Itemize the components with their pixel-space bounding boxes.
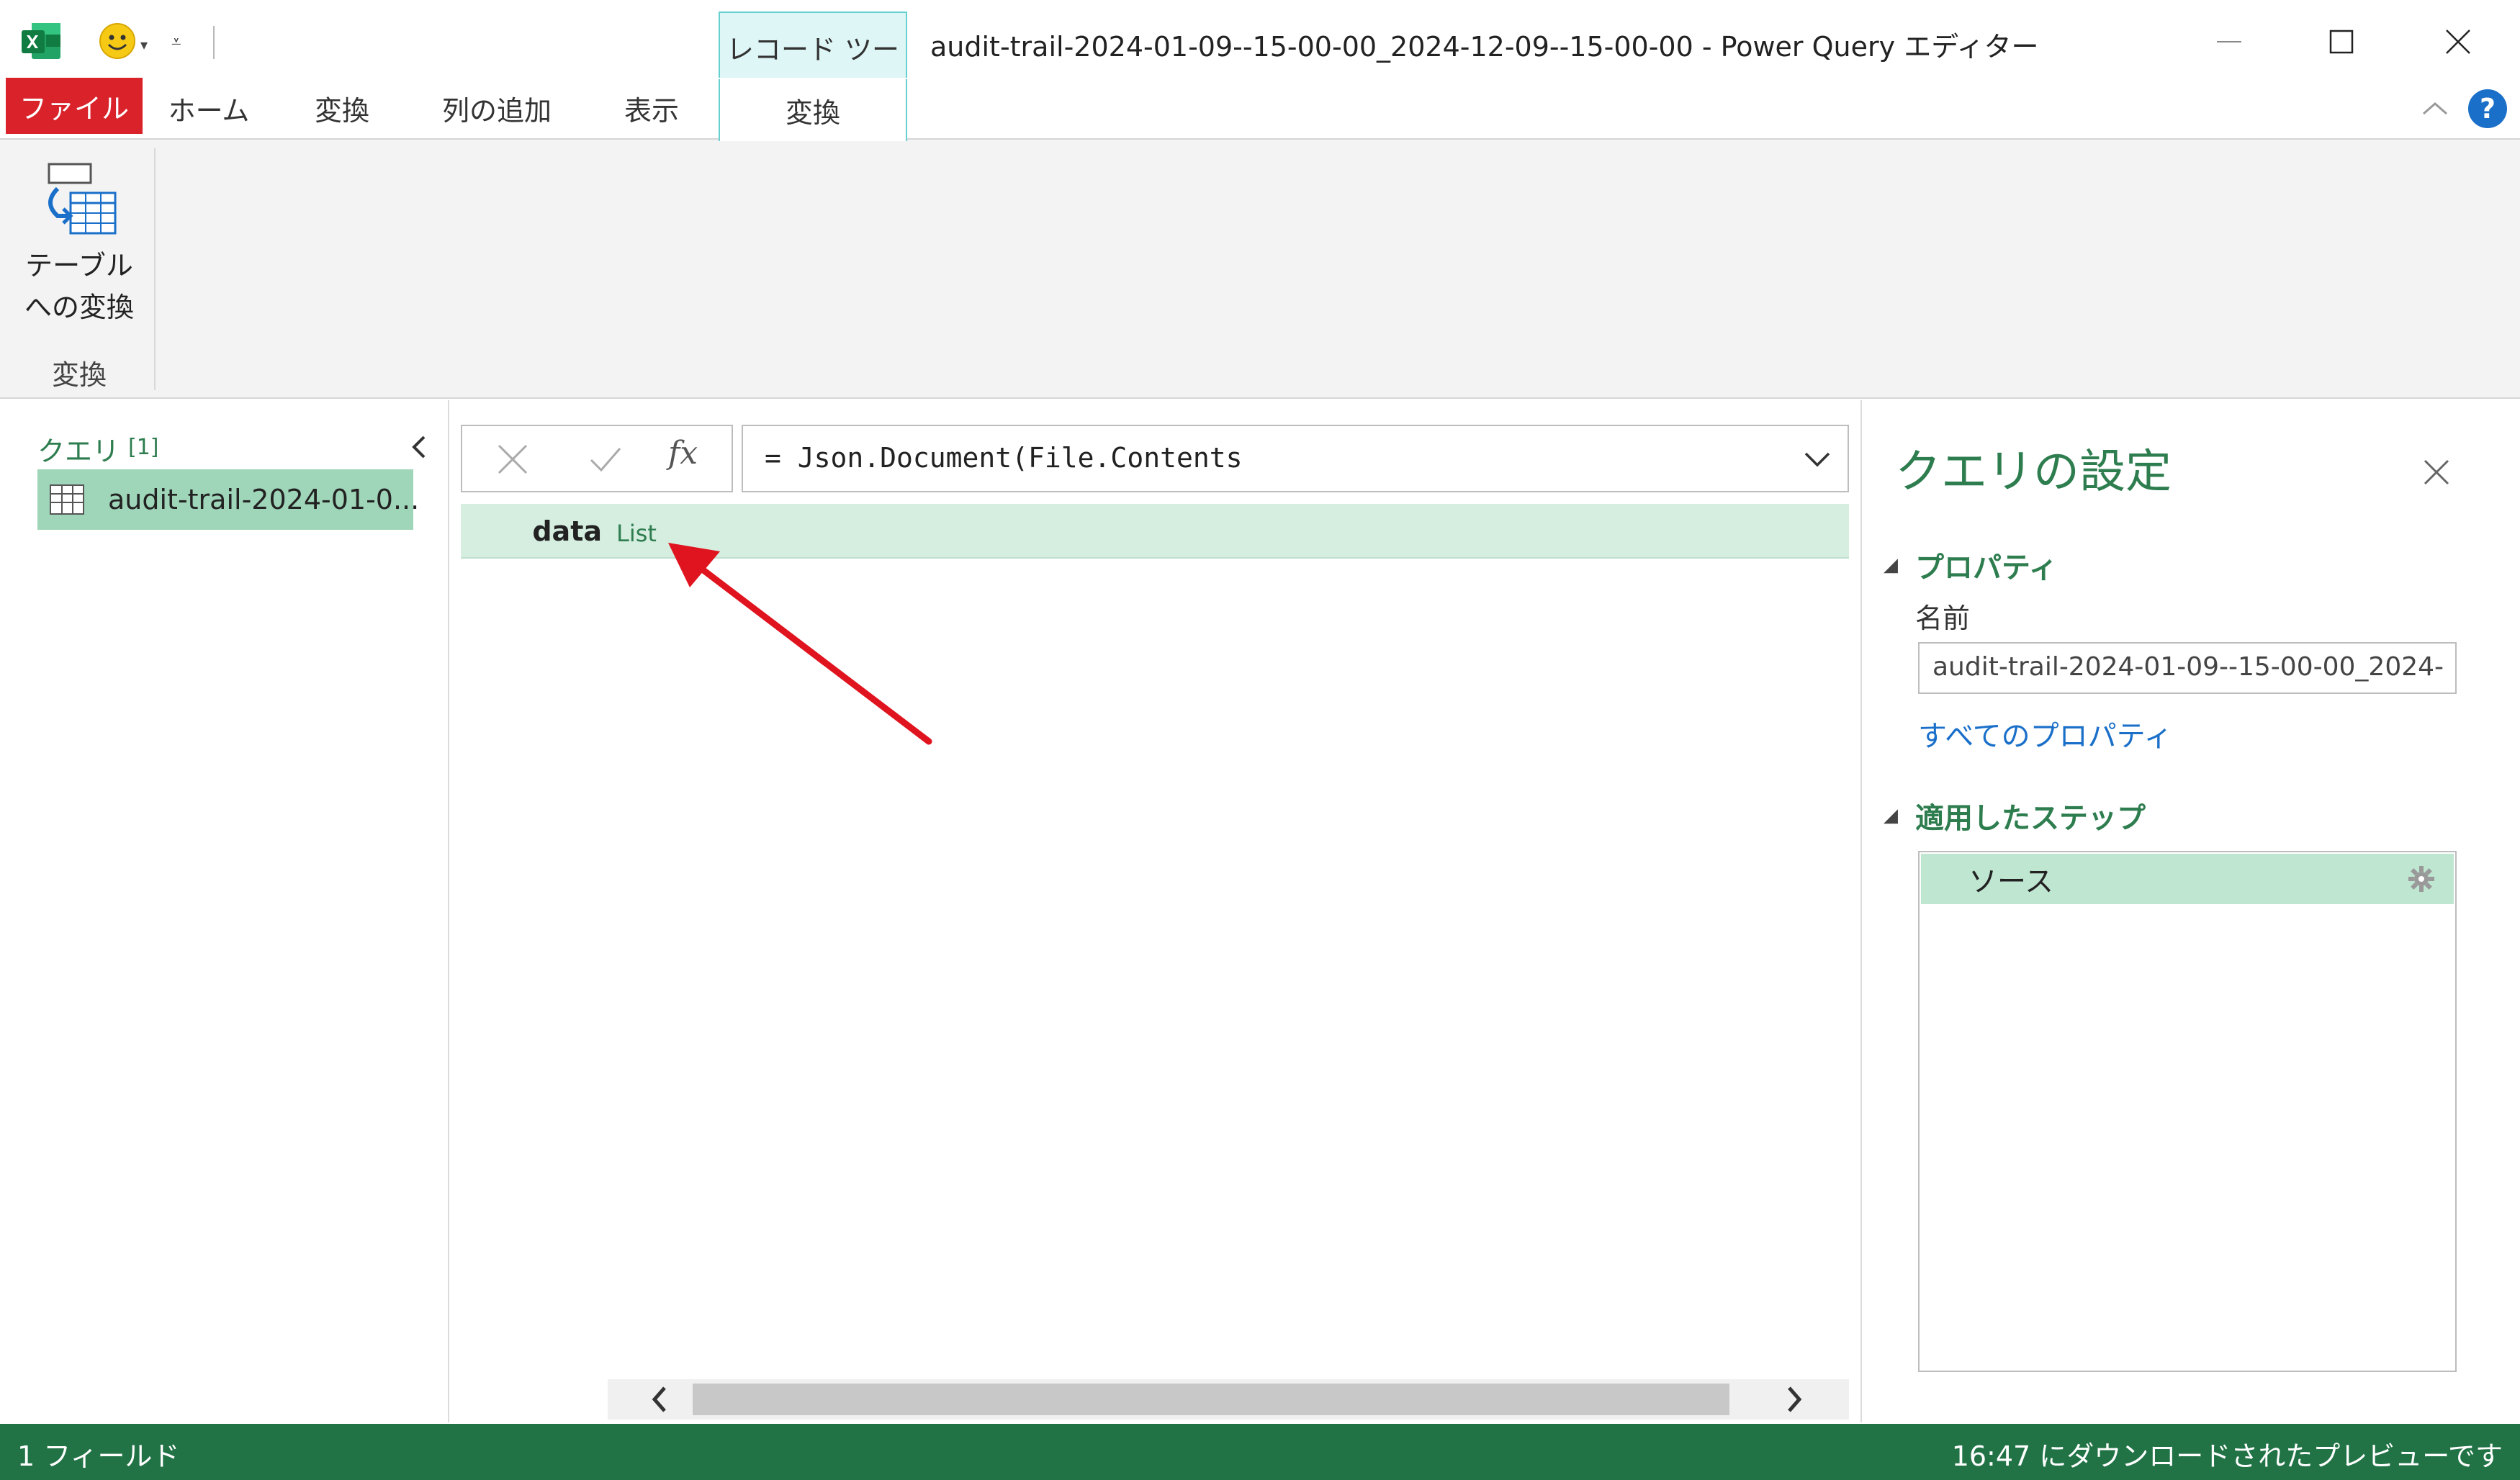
queries-pane [0, 400, 449, 1422]
formula-text: = Json.Document(File.Contents [765, 442, 1243, 474]
tab-home[interactable]: ホーム [158, 79, 259, 137]
close-icon [2424, 459, 2449, 485]
status-preview-time: 16:47 にダウンロードされたプレビューです [1951, 1440, 2503, 1472]
minimize-icon [2217, 41, 2241, 42]
quick-access-customize-icon[interactable]: ⩡ [171, 32, 181, 52]
query-settings-title: クエリの設定 [1895, 446, 2172, 499]
chevron-left-icon [652, 1386, 666, 1412]
tab-transform[interactable]: 変換 [295, 79, 389, 137]
chevron-up-icon [2423, 102, 2447, 115]
toolbar-divider [213, 26, 215, 59]
name-label: 名前 [1915, 603, 1971, 634]
query-list-item-label: audit-trail-2024-01-0... [108, 484, 420, 515]
excel-logo-icon[interactable] [20, 20, 62, 62]
close-window-button[interactable] [2422, 14, 2494, 69]
status-field-count: 1 フィールド [17, 1440, 180, 1472]
chevron-left-icon [412, 436, 426, 459]
close-settings-button[interactable] [2416, 452, 2457, 492]
to-table-label: テーブル への変換 [24, 250, 134, 323]
help-button[interactable]: ? [2468, 89, 2507, 128]
feedback-dropdown-icon[interactable]: ▾ [140, 36, 148, 53]
applied-step-label: ソース [1968, 865, 2053, 898]
window-title: audit-trail-2024-01-09--15-00-00_2024-12… [930, 31, 2039, 63]
checkmark-icon [590, 448, 621, 472]
confirm-formula-button[interactable] [582, 436, 628, 482]
applied-steps-list [1918, 851, 2457, 1372]
close-icon [498, 444, 528, 474]
cancel-formula-button[interactable] [490, 436, 536, 482]
step-settings-gear-icon[interactable] [2405, 862, 2438, 895]
scroll-right-button[interactable] [1776, 1381, 1813, 1418]
scroll-left-button[interactable] [641, 1381, 678, 1418]
collapse-properties-icon[interactable]: ◢ [1884, 554, 1898, 576]
insert-function-button[interactable]: fx [668, 435, 698, 471]
minimize-button[interactable] [2193, 14, 2265, 69]
question-icon: ? [2479, 93, 2496, 125]
maximize-icon [2329, 30, 2354, 54]
ribbon-group-divider [154, 148, 156, 390]
send-feedback-smiley-icon[interactable] [98, 22, 137, 60]
collapse-steps-icon[interactable]: ◢ [1884, 805, 1898, 826]
chevron-right-icon [1788, 1386, 1802, 1412]
applied-steps-heading: 適用したステップ [1915, 802, 2146, 835]
tab-record-transform[interactable]: 変換 [719, 79, 907, 141]
query-name-value: audit-trail-2024-01-09--15-00-00_2024-12… [1932, 652, 2444, 682]
table-icon [49, 482, 85, 517]
collapse-queries-button[interactable] [403, 429, 435, 465]
record-field-name: data [532, 515, 602, 547]
ribbon-group-label: 変換 [51, 359, 107, 391]
all-properties-link[interactable]: すべてのプロパティ [1918, 713, 2172, 754]
convert-to-table-icon [36, 160, 122, 240]
tab-view[interactable]: 表示 [605, 79, 698, 137]
tab-add-column[interactable]: 列の追加 [425, 79, 569, 137]
expand-formula-button[interactable] [1797, 439, 1837, 479]
ribbon-panel [0, 140, 2520, 399]
scrollbar-thumb[interactable] [693, 1384, 1729, 1415]
collapse-ribbon-button[interactable] [2413, 86, 2457, 130]
annotation-arrow [648, 525, 950, 756]
queries-count: [1] [128, 435, 159, 460]
close-icon [2446, 30, 2470, 54]
chevron-down-icon [1804, 452, 1830, 467]
queries-pane-title: クエリ [37, 436, 120, 467]
properties-heading: プロパティ [1915, 551, 2058, 585]
maximize-button[interactable] [2305, 14, 2377, 69]
tab-file[interactable]: ファイル [6, 78, 143, 134]
